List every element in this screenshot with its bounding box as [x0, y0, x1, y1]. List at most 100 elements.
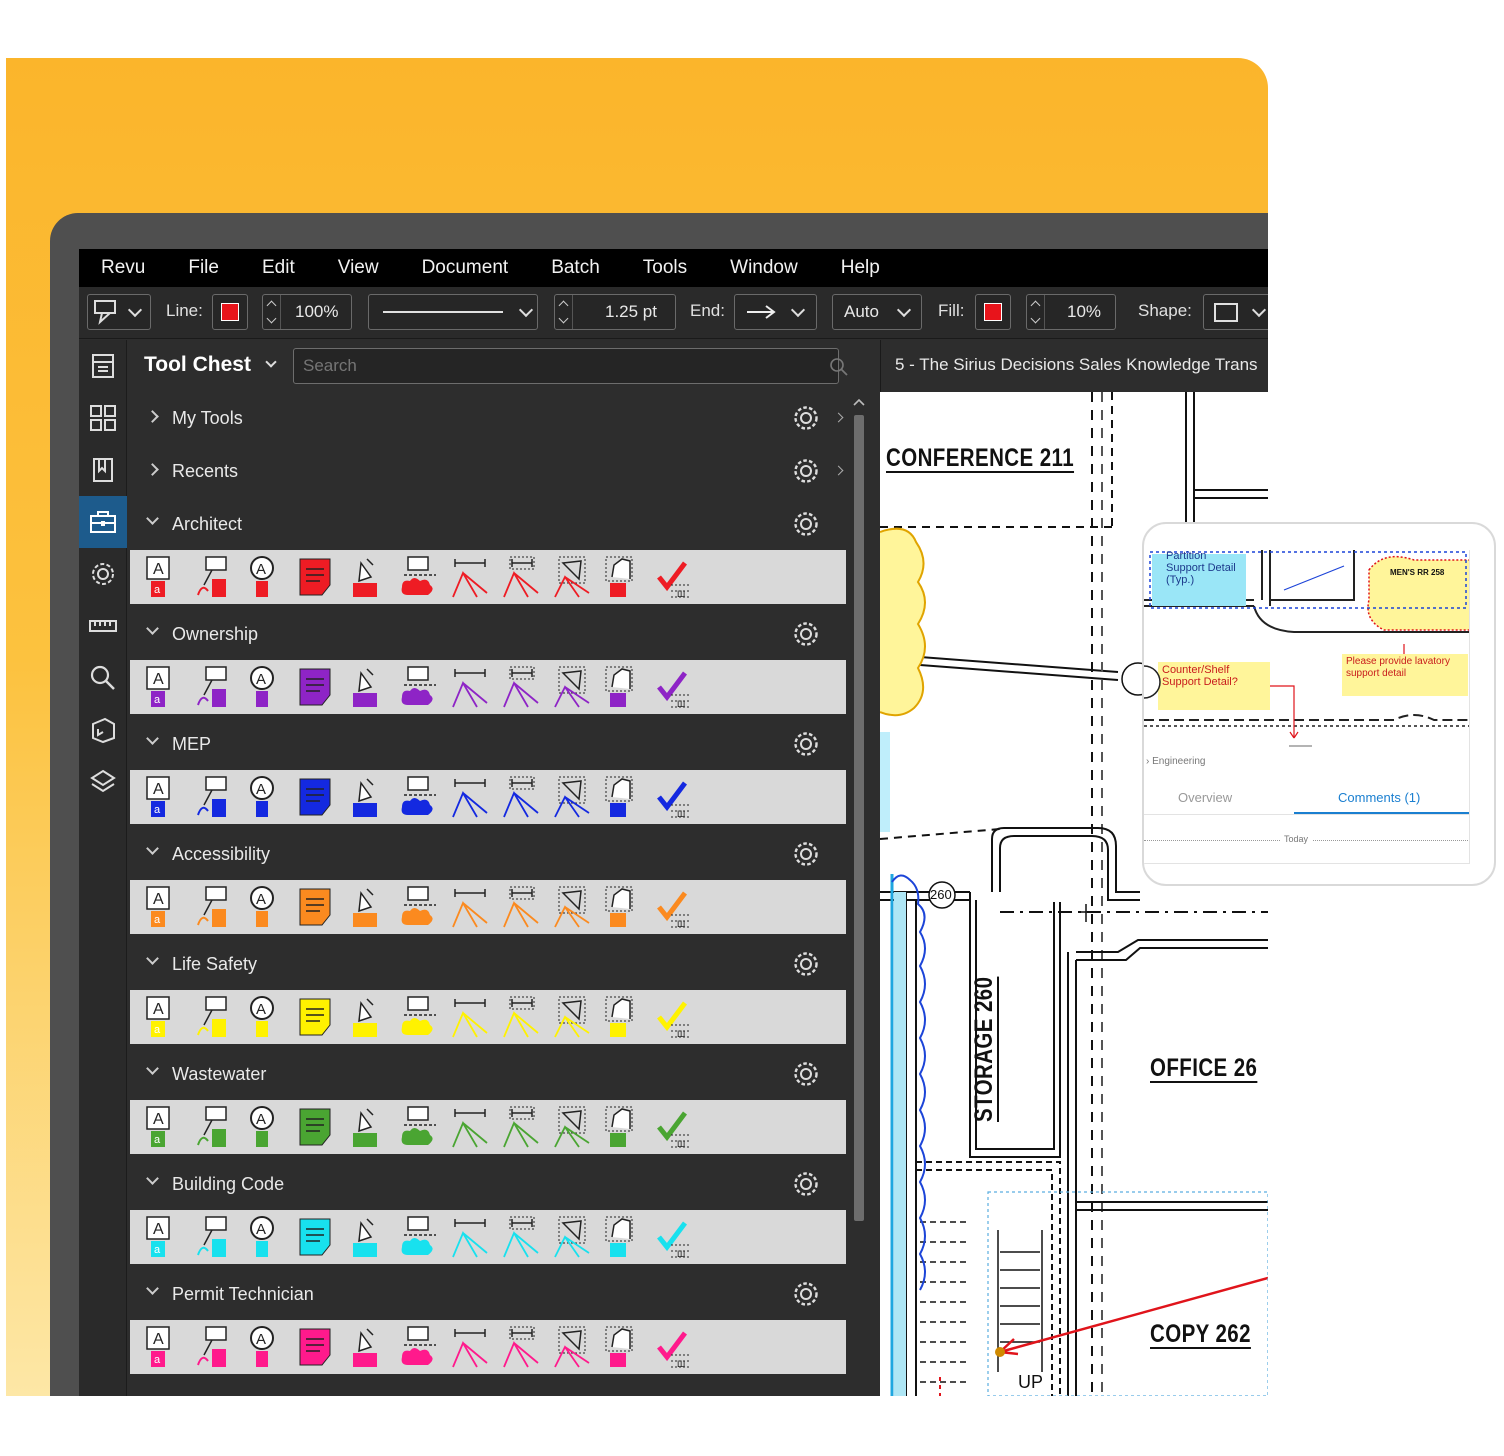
checkmark-tool-icon[interactable]: Ш	[648, 992, 699, 1042]
stamp-tool-icon[interactable]: A	[240, 772, 291, 822]
line-style-dropdown[interactable]	[368, 294, 538, 330]
stamp-tool-icon[interactable]: A	[240, 1322, 291, 1372]
area-tool-icon[interactable]	[546, 1102, 597, 1152]
checkmark-tool-icon[interactable]: Ш	[648, 1212, 699, 1262]
highlight-tool-icon[interactable]	[342, 992, 393, 1042]
length-tool-icon[interactable]	[495, 882, 546, 932]
gear-icon[interactable]	[792, 1280, 820, 1308]
text-box-tool-icon[interactable]: Aa	[138, 662, 189, 712]
text-box-tool-icon[interactable]: Aa	[138, 1322, 189, 1372]
area-tool-icon[interactable]	[546, 1212, 597, 1262]
rail-markups-button[interactable]	[79, 704, 127, 756]
stamp-tool-icon[interactable]: A	[240, 1212, 291, 1262]
area-tool-icon[interactable]	[546, 662, 597, 712]
polygon-tool-icon[interactable]	[597, 772, 648, 822]
note-tool-icon[interactable]	[291, 772, 342, 822]
fill-opacity-stepper[interactable]: 10%	[1026, 294, 1116, 330]
area-tool-icon[interactable]	[546, 772, 597, 822]
stamp-tool-icon[interactable]: A	[240, 1102, 291, 1152]
checkmark-tool-icon[interactable]: Ш	[648, 772, 699, 822]
polygon-tool-icon[interactable]	[597, 992, 648, 1042]
rail-measure-button[interactable]	[79, 600, 127, 652]
note-tool-icon[interactable]	[291, 882, 342, 932]
document-tab-title[interactable]: 5 - The Sirius Decisions Sales Knowledge…	[895, 355, 1258, 375]
note-tool-icon[interactable]	[291, 1102, 342, 1152]
area-tool-icon[interactable]	[546, 1322, 597, 1372]
cloud-callout-tool-icon[interactable]	[393, 1212, 444, 1262]
tool-set-settings[interactable]	[792, 1170, 820, 1203]
callout-tool-icon[interactable]	[189, 552, 240, 602]
rail-tool-chest-button[interactable]	[79, 496, 127, 548]
rail-search-button[interactable]	[79, 652, 127, 704]
callout-tool-icon[interactable]	[189, 882, 240, 932]
menu-tools[interactable]: Tools	[643, 257, 687, 279]
chevron-right-icon[interactable]	[833, 465, 844, 476]
tool-set-settings[interactable]	[792, 1280, 820, 1313]
tab-overview[interactable]: Overview	[1178, 790, 1232, 805]
tool-set-row-recents[interactable]: Recents	[128, 445, 848, 497]
cloud-callout-tool-icon[interactable]	[393, 552, 444, 602]
dimension-tool-icon[interactable]	[444, 1102, 495, 1152]
tool-set-row-building-code[interactable]: Building Code	[128, 1158, 848, 1210]
stamp-tool-icon[interactable]: A	[240, 992, 291, 1042]
length-tool-icon[interactable]	[495, 772, 546, 822]
rail-thumbnails-button[interactable]	[79, 392, 127, 444]
note-tool-icon[interactable]	[291, 1212, 342, 1262]
polygon-tool-icon[interactable]	[597, 552, 648, 602]
callout-tool-icon[interactable]	[189, 1212, 240, 1262]
tool-set-row-my-tools[interactable]: My Tools	[128, 392, 848, 444]
gear-icon[interactable]	[792, 510, 820, 538]
cloud-callout-tool-icon[interactable]	[393, 882, 444, 932]
gear-icon[interactable]	[792, 1170, 820, 1198]
length-tool-icon[interactable]	[495, 662, 546, 712]
gear-icon[interactable]	[792, 457, 820, 485]
tool-set-row-wastewater[interactable]: Wastewater	[128, 1048, 848, 1100]
menu-edit[interactable]: Edit	[262, 257, 295, 279]
note-tool-icon[interactable]	[291, 1322, 342, 1372]
highlight-tool-icon[interactable]	[342, 882, 393, 932]
tool-set-row-accessibility[interactable]: Accessibility	[128, 828, 848, 880]
menu-help[interactable]: Help	[841, 257, 880, 279]
checkmark-tool-icon[interactable]: Ш	[648, 882, 699, 932]
scrollbar-thumb[interactable]	[854, 415, 864, 1221]
length-tool-icon[interactable]	[495, 1212, 546, 1262]
note-tool-icon[interactable]	[291, 992, 342, 1042]
tool-set-settings[interactable]	[792, 730, 820, 763]
tool-set-row-architect[interactable]: Architect	[128, 498, 848, 550]
text-box-tool-icon[interactable]: Aa	[138, 772, 189, 822]
callout-counter-support[interactable]: Counter/Shelf Support Detail?	[1162, 664, 1266, 688]
gear-icon[interactable]	[792, 1060, 820, 1088]
text-box-tool-icon[interactable]: Aa	[138, 992, 189, 1042]
length-tool-icon[interactable]	[495, 1102, 546, 1152]
length-tool-icon[interactable]	[495, 992, 546, 1042]
cloud-callout-tool-icon[interactable]	[393, 1102, 444, 1152]
polygon-tool-icon[interactable]	[597, 662, 648, 712]
line-opacity-stepper[interactable]: 100%	[262, 294, 352, 330]
text-box-tool-icon[interactable]: Aa	[138, 552, 189, 602]
shape-dropdown[interactable]	[1203, 294, 1268, 330]
polygon-tool-icon[interactable]	[597, 882, 648, 932]
tool-set-row-permit-technician[interactable]: Permit Technician	[128, 1268, 848, 1320]
gear-icon[interactable]	[792, 840, 820, 868]
stepper-arrows-icon[interactable]	[263, 295, 281, 329]
tool-chest-title[interactable]: Tool Chest	[144, 353, 251, 377]
dimension-tool-icon[interactable]	[444, 772, 495, 822]
dimension-tool-icon[interactable]	[444, 992, 495, 1042]
menu-batch[interactable]: Batch	[551, 257, 600, 279]
text-box-tool-icon[interactable]: Aa	[138, 1212, 189, 1262]
callout-tool-icon[interactable]	[189, 662, 240, 712]
checkmark-tool-icon[interactable]: Ш	[648, 662, 699, 712]
cloud-callout-tool-icon[interactable]	[393, 1322, 444, 1372]
area-tool-icon[interactable]	[546, 992, 597, 1042]
cloud-callout-tool-icon[interactable]	[393, 992, 444, 1042]
highlight-tool-icon[interactable]	[342, 1102, 393, 1152]
checkmark-tool-icon[interactable]: Ш	[648, 1102, 699, 1152]
gear-icon[interactable]	[792, 404, 820, 432]
engineering-section-label[interactable]: › Engineering	[1146, 756, 1205, 767]
length-tool-icon[interactable]	[495, 1322, 546, 1372]
fill-color-button[interactable]	[975, 294, 1011, 330]
area-tool-icon[interactable]	[546, 552, 597, 602]
rail-settings-button[interactable]	[79, 548, 127, 600]
chevron-down-icon[interactable]	[265, 356, 277, 368]
cloud-callout-tool-icon[interactable]	[393, 662, 444, 712]
